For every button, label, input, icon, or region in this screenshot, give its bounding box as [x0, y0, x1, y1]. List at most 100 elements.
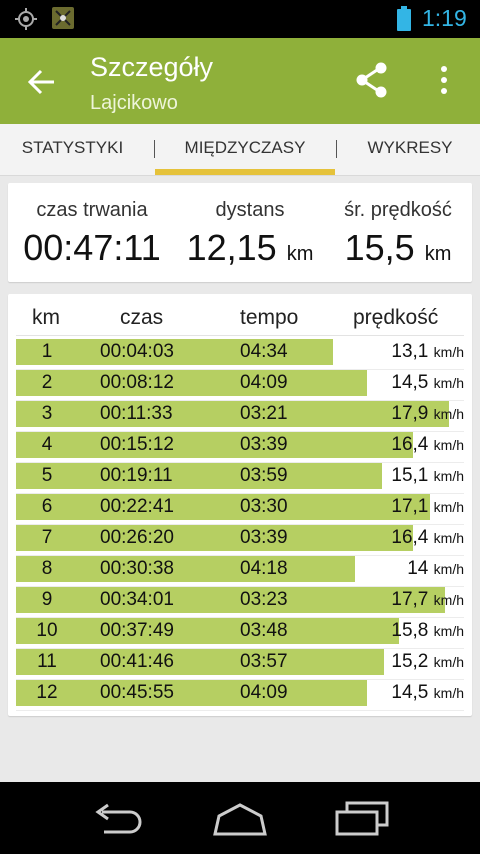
table-row: 11 00:41:46 03:57 15,2 km/h: [16, 649, 464, 680]
split-speed-unit: km/h: [433, 654, 464, 670]
tab-divider: [336, 140, 337, 158]
nav-recent-apps-icon[interactable]: [333, 800, 391, 838]
split-pace: 03:57: [240, 651, 288, 672]
split-pace: 03:30: [240, 496, 288, 517]
nav-back-icon[interactable]: [90, 802, 148, 836]
clock-time: 1:19: [422, 5, 467, 31]
table-row: 12 00:45:55 04:09 14,5 km/h: [16, 680, 464, 711]
split-speed-value: 15,8: [391, 620, 429, 641]
split-speed-unit: km/h: [433, 406, 464, 422]
header-tempo: tempo: [240, 306, 299, 329]
split-time: 00:04:03: [100, 341, 174, 362]
table-row: 8 00:30:38 04:18 14 km/h: [16, 556, 464, 587]
split-time: 00:11:33: [100, 403, 173, 424]
table-row: 1 00:04:03 04:34 13,1 km/h: [16, 339, 464, 370]
duration-value: 00:47:11: [23, 227, 161, 268]
avg-speed-unit: km: [424, 243, 452, 265]
split-pace: 03:48: [240, 620, 288, 641]
summary-card: czas trwania 00:47:11 dystans 12,15 km ś…: [8, 183, 472, 282]
avg-speed-value: 15,5: [344, 227, 415, 268]
speed-bar: [16, 587, 445, 613]
split-km: 10: [36, 620, 58, 641]
split-pace: 04:34: [240, 341, 288, 362]
split-pace: 04:18: [240, 558, 288, 579]
split-km: 8: [41, 558, 53, 579]
header-km: km: [32, 306, 60, 329]
split-time: 00:30:38: [100, 558, 174, 579]
split-speed: 14 km/h: [407, 557, 464, 581]
gps-icon: [15, 8, 37, 30]
split-speed-unit: km/h: [433, 468, 464, 484]
split-time: 00:19:11: [100, 465, 173, 486]
table-row: 10 00:37:49 03:48 15,8 km/h: [16, 618, 464, 649]
split-km: 9: [41, 589, 53, 610]
duration-label: czas trwania: [36, 199, 148, 221]
split-speed: 17,7 km/h: [391, 588, 464, 612]
distance-unit: km: [286, 243, 314, 265]
split-speed-value: 15,1: [391, 465, 429, 486]
split-km: 5: [41, 465, 53, 486]
split-speed-unit: km/h: [433, 561, 464, 577]
split-time: 00:41:46: [100, 651, 174, 672]
split-time: 00:37:49: [100, 620, 174, 641]
split-time: 00:08:12: [100, 372, 174, 393]
tab-wykresy[interactable]: WYKRESY: [340, 124, 480, 176]
split-km: 2: [41, 372, 53, 393]
split-pace: 03:59: [240, 465, 288, 486]
battery-icon: [397, 6, 411, 31]
share-icon[interactable]: [352, 60, 392, 100]
back-arrow-icon[interactable]: [22, 62, 62, 102]
app-compass-icon: [52, 7, 74, 29]
split-speed-value: 17,9: [391, 403, 429, 424]
split-speed-unit: km/h: [433, 499, 464, 515]
nav-home-icon[interactable]: [211, 802, 269, 836]
table-row: 3 00:11:33 03:21 17,9 km/h: [16, 401, 464, 432]
speed-bar: [16, 401, 449, 427]
tab-statystyki[interactable]: STATYSTYKI: [0, 124, 145, 176]
avg-speed-label: śr. prędkość: [344, 199, 452, 221]
table-row: 4 00:15:12 03:39 16,4 km/h: [16, 432, 464, 463]
split-speed: 14,5 km/h: [391, 371, 464, 395]
split-speed-value: 17,7: [391, 589, 429, 610]
split-pace: 03:21: [240, 403, 288, 424]
navigation-bar: [0, 782, 480, 854]
table-row: 5 00:19:11 03:59 15,1 km/h: [16, 463, 464, 494]
action-bar: Szczegóły Lajcikowo: [0, 38, 480, 124]
page-subtitle: Lajcikowo: [90, 92, 178, 114]
distance-value-group: 12,15 km: [176, 227, 324, 269]
avg-speed-value-group: 15,5 km: [324, 227, 472, 269]
table-row: 7 00:26:20 03:39 16,4 km/h: [16, 525, 464, 556]
split-speed-unit: km/h: [433, 344, 464, 360]
split-speed-unit: km/h: [433, 592, 464, 608]
split-pace: 03:39: [240, 434, 288, 455]
status-bar: 1:19: [0, 0, 480, 38]
table-row: 6 00:22:41 03:30 17,1 km/h: [16, 494, 464, 525]
split-speed-value: 15,2: [391, 651, 429, 672]
split-speed-value: 13,1: [391, 341, 429, 362]
tab-bar: STATYSTYKI MIĘDZYCZASY WYKRESY: [0, 124, 480, 176]
split-speed-value: 14: [407, 558, 429, 579]
split-speed: 13,1 km/h: [391, 340, 464, 364]
split-speed-value: 16,4: [391, 527, 429, 548]
distance-value: 12,15: [186, 227, 277, 268]
split-speed-unit: km/h: [433, 375, 464, 391]
split-speed-value: 17,1: [391, 496, 429, 517]
split-speed-unit: km/h: [433, 623, 464, 639]
split-km: 1: [41, 341, 53, 362]
overflow-menu-icon[interactable]: [432, 60, 456, 100]
page-title: Szczegóły: [90, 52, 214, 82]
split-time: 00:34:01: [100, 589, 174, 610]
header-czas: czas: [120, 306, 164, 329]
selected-tab-indicator: [155, 169, 335, 175]
split-speed: 15,8 km/h: [391, 619, 464, 643]
table-row: 2 00:08:12 04:09 14,5 km/h: [16, 370, 464, 401]
split-speed-value: 14,5: [391, 682, 429, 703]
split-speed-unit: km/h: [433, 530, 464, 546]
split-pace: 04:09: [240, 372, 288, 393]
split-pace: 03:39: [240, 527, 288, 548]
split-speed: 14,5 km/h: [391, 681, 464, 705]
split-km: 7: [41, 527, 53, 548]
split-speed-unit: km/h: [433, 685, 464, 701]
split-km: 12: [36, 682, 58, 703]
split-speed: 15,1 km/h: [391, 464, 464, 488]
